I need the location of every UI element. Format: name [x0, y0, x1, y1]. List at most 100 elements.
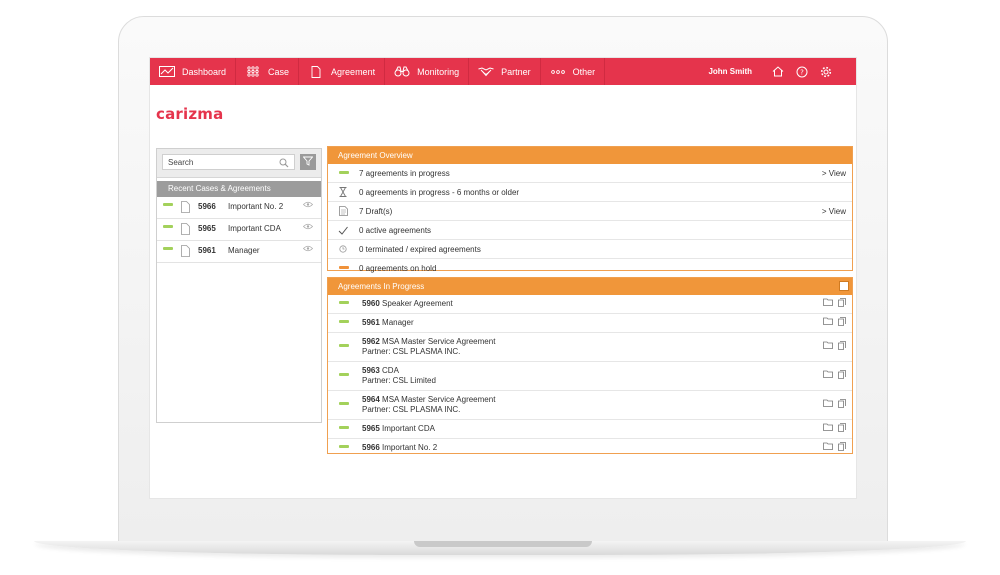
recent-item-number: 5965: [198, 224, 216, 233]
nav-agreement[interactable]: Agreement: [299, 58, 386, 85]
checkmark-icon: [338, 225, 348, 235]
nav-partner[interactable]: Partner: [469, 58, 541, 85]
agreement-row[interactable]: 5964 MSA Master Service Agreement Partne…: [328, 391, 852, 420]
folder-icon[interactable]: [823, 399, 833, 408]
clock-icon: [338, 244, 348, 254]
nav-monitoring[interactable]: Monitoring: [385, 58, 470, 85]
agreement-title-line: 5963 CDA: [362, 366, 399, 375]
document-icon: [181, 245, 190, 259]
overview-row-old[interactable]: 0 agreements in progress - 6 months or o…: [328, 183, 852, 202]
recent-item-title: Manager: [228, 246, 260, 255]
agreement-title: Manager: [382, 318, 414, 327]
eye-icon[interactable]: [302, 245, 314, 254]
recent-item[interactable]: 5961 Manager: [157, 241, 321, 263]
overview-row-in-progress[interactable]: 7 agreements in progress > View: [328, 164, 852, 183]
status-indicator: [339, 373, 349, 376]
overview-row-active[interactable]: 0 active agreements: [328, 221, 852, 240]
filter-button[interactable]: [300, 154, 316, 170]
grid-dots-icon: [244, 66, 262, 78]
view-link[interactable]: > View: [822, 207, 846, 216]
agreement-row[interactable]: 5960 Speaker Agreement: [328, 295, 852, 314]
agreement-partner: Partner: CSL Limited: [362, 376, 436, 385]
recent-header: Recent Cases & Agreements: [157, 181, 321, 197]
overview-row-text: 7 Draft(s): [359, 207, 393, 216]
agreement-row[interactable]: 5965 Important CDA: [328, 420, 852, 439]
panel-title: Agreements In Progress: [338, 282, 425, 291]
folder-icon[interactable]: [823, 442, 833, 451]
top-navigation: Dashboard Case Agreement Monitoring Part…: [150, 58, 856, 85]
search-input[interactable]: Search: [162, 154, 295, 170]
home-icon[interactable]: [770, 65, 786, 79]
app-logo[interactable]: carizma: [156, 105, 223, 123]
row-actions: [818, 298, 846, 307]
nav-case-label: Case: [268, 66, 290, 77]
search-placeholder: Search: [168, 158, 194, 167]
copy-icon[interactable]: [838, 317, 846, 326]
folder-icon[interactable]: [823, 423, 833, 432]
status-indicator: [339, 301, 349, 304]
status-indicator: [339, 320, 349, 323]
document-icon: [181, 201, 190, 215]
list-view-button[interactable]: [839, 281, 849, 291]
overview-row-drafts[interactable]: 7 Draft(s) > View: [328, 202, 852, 221]
app-screen: Dashboard Case Agreement Monitoring Part…: [149, 57, 857, 499]
overview-row-text: 7 agreements in progress: [359, 169, 450, 178]
agreement-title-line: 5960 Speaker Agreement: [362, 299, 453, 308]
status-indicator: [339, 266, 349, 269]
agreement-row[interactable]: 5966 Important No. 2: [328, 439, 852, 457]
user-name[interactable]: John Smith: [708, 67, 752, 76]
copy-icon[interactable]: [838, 298, 846, 307]
agreement-row[interactable]: 5962 MSA Master Service Agreement Partne…: [328, 333, 852, 362]
search-bar: Search: [157, 149, 321, 178]
status-indicator: [339, 445, 349, 448]
nav-partner-label: Partner: [501, 66, 531, 77]
nav-user-area: John Smith ?: [708, 65, 856, 79]
overview-row-terminated[interactable]: 0 terminated / expired agreements: [328, 240, 852, 259]
view-link[interactable]: > View: [822, 169, 846, 178]
copy-icon[interactable]: [838, 341, 846, 350]
agreement-number: 5961: [362, 318, 380, 327]
agreement-number: 5964: [362, 395, 380, 404]
agreement-number: 5960: [362, 299, 380, 308]
agreement-partner: Partner: CSL PLASMA INC.: [362, 405, 461, 414]
nav-other-label: Other: [572, 66, 596, 77]
folder-icon[interactable]: [823, 341, 833, 350]
agreement-partner: Partner: CSL PLASMA INC.: [362, 347, 461, 356]
copy-icon[interactable]: [838, 399, 846, 408]
hourglass-icon: [338, 187, 348, 197]
nav-case[interactable]: Case: [236, 58, 300, 85]
row-actions: [818, 317, 846, 326]
eye-icon[interactable]: [302, 201, 314, 210]
copy-icon[interactable]: [838, 370, 846, 379]
recent-panel: Search Recent Cases & Agreements 5966 Im…: [156, 148, 322, 423]
recent-item[interactable]: 5965 Important CDA: [157, 219, 321, 241]
agreement-title: Important CDA: [382, 424, 435, 433]
eye-icon[interactable]: [302, 223, 314, 232]
nav-dashboard[interactable]: Dashboard: [150, 58, 237, 85]
draft-doc-icon: [338, 206, 348, 216]
chart-area-icon: [158, 66, 176, 78]
copy-icon[interactable]: [838, 423, 846, 432]
recent-item-title: Important CDA: [228, 224, 281, 233]
gear-icon[interactable]: [818, 65, 834, 79]
folder-icon[interactable]: [823, 317, 833, 326]
handshake-icon: [477, 66, 495, 78]
overview-row-on-hold[interactable]: 0 agreements on hold: [328, 259, 852, 277]
folder-icon[interactable]: [823, 298, 833, 307]
agreement-title-line: 5962 MSA Master Service Agreement: [362, 337, 495, 346]
filter-icon: [302, 153, 314, 171]
agreement-row[interactable]: 5963 CDA Partner: CSL Limited: [328, 362, 852, 391]
folder-icon[interactable]: [823, 370, 833, 379]
copy-icon[interactable]: [838, 442, 846, 451]
agreement-row[interactable]: 5961 Manager: [328, 314, 852, 333]
status-indicator: [339, 344, 349, 347]
recent-item[interactable]: 5966 Important No. 2: [157, 197, 321, 219]
help-icon[interactable]: ?: [794, 65, 810, 79]
overview-row-text: 0 active agreements: [359, 226, 432, 235]
nav-other[interactable]: Other: [541, 58, 606, 85]
row-actions: [818, 442, 846, 451]
overview-row-text: 0 agreements in progress - 6 months or o…: [359, 188, 520, 197]
agreement-number: 5965: [362, 424, 380, 433]
search-icon[interactable]: [279, 158, 289, 170]
agreement-overview-header: Agreement Overview: [328, 147, 852, 164]
